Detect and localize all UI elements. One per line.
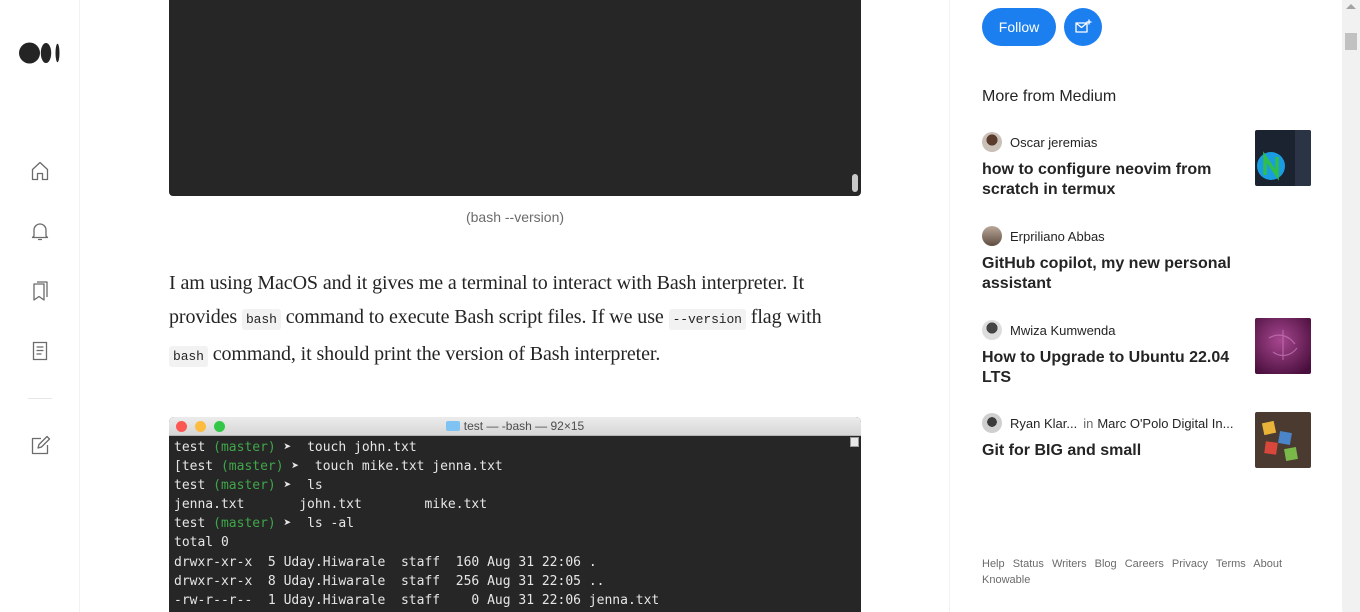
terminal-screenshot: test — -bash — 92×15 test (master) ➤ tou…	[169, 417, 861, 612]
footer-link-privacy[interactable]: Privacy	[1172, 558, 1208, 570]
prompt-dir: test	[174, 516, 206, 532]
terminal-line: drwxr-xr-x 5 Uday.Hiwarale staff 160 Aug…	[174, 553, 856, 572]
story-thumbnail[interactable]	[1255, 130, 1311, 186]
terminal-line-text: -rw-r--r-- 1 Uday.Hiwarale staff 0 Aug 3…	[174, 592, 660, 608]
terminal-line: jenna.txt john.txt mike.txt	[174, 495, 856, 514]
terminal-scroll-icon	[850, 437, 859, 447]
footer-link-writers[interactable]: Writers	[1052, 558, 1087, 570]
bookmarks-icon[interactable]	[28, 279, 52, 303]
paragraph-text: command to execute Bash script files. If…	[280, 306, 669, 328]
footer-link-terms[interactable]: Terms	[1216, 558, 1246, 570]
terminal-title-text: test — -bash — 92×15	[463, 419, 585, 433]
more-from-medium-heading: More from Medium	[982, 88, 1117, 105]
page-scrollbar[interactable]	[1342, 0, 1360, 612]
terminal-line: [test (master) ➤ touch mike.txt jenna.tx…	[174, 457, 856, 476]
scrollbar-thumb[interactable]	[1345, 33, 1357, 50]
rail-divider	[28, 398, 52, 399]
prompt-command: ➤ ls	[283, 478, 323, 494]
subscribe-button[interactable]	[1064, 8, 1102, 46]
prompt-dir: test	[174, 440, 206, 455]
terminal-line-text: total 0	[174, 535, 229, 551]
prompt-dir: test	[174, 478, 206, 494]
paragraph-text: flag with	[745, 306, 822, 328]
prompt-command: ➤ touch john.txt	[283, 440, 417, 455]
terminal-line-text: drwxr-xr-x 8 Uday.Hiwarale staff 256 Aug…	[174, 573, 605, 589]
write-icon[interactable]	[28, 434, 52, 458]
story-title[interactable]: how to configure neovim from scratch in …	[982, 160, 1232, 200]
terminal-output: test (master) ➤ touch john.txt [test (mas…	[169, 436, 861, 612]
author-name: Erpriliano Abbas	[1010, 228, 1105, 244]
article-column: (bash --version) I am using MacOS and it…	[80, 0, 950, 612]
image-caption: (bash --version)	[465, 209, 565, 225]
in-label: in	[1083, 415, 1094, 431]
author-name: Mwiza Kumwenda	[1010, 322, 1116, 338]
sidebar-footer: Help Status Writers Blog Careers Privacy…	[982, 556, 1292, 588]
story-title[interactable]: Git for BIG and small	[982, 441, 1232, 461]
story-thumbnail[interactable]	[1255, 318, 1311, 374]
right-sidebar: Follow More from Medium Oscar jeremias h…	[950, 0, 1342, 612]
prompt-dir: [test	[174, 459, 214, 475]
publication-name[interactable]: Marc O'Polo Digital In...	[1097, 416, 1233, 431]
paragraph-text: command, it should print the version of …	[207, 343, 661, 365]
avatar	[982, 132, 1002, 152]
bell-icon[interactable]	[28, 219, 52, 243]
terminal-line: total 0	[174, 533, 856, 552]
screenshot-scrollbar	[852, 174, 858, 192]
stories-icon[interactable]	[28, 339, 52, 363]
medium-logo[interactable]	[19, 42, 61, 64]
terminal-line: test (master) ➤ ls -al	[174, 514, 856, 533]
prompt-branch: (master)	[220, 459, 284, 475]
terminal-line: test (master) ➤ touch john.txt	[174, 438, 856, 457]
terminal-line: test (master) ➤ ls	[174, 476, 856, 495]
avatar	[982, 413, 1002, 433]
terminal-title: test — -bash — 92×15	[169, 419, 861, 433]
prompt-command: ➤ touch mike.txt jenna.txt	[291, 459, 503, 475]
prompt-branch: (master)	[213, 516, 276, 532]
folder-icon	[445, 421, 460, 431]
footer-link-help[interactable]: Help	[982, 558, 1005, 570]
terminal-line-text: jenna.txt john.txt mike.txt	[174, 497, 488, 513]
terminal-line: drwxr-xr-x 8 Uday.Hiwarale staff 256 Aug…	[174, 572, 856, 591]
code-screenshot	[169, 0, 861, 196]
prompt-branch: (master)	[213, 440, 276, 455]
follow-button[interactable]: Follow	[982, 8, 1056, 46]
recommended-story[interactable]: Erpriliano Abbas GitHub copilot, my new …	[982, 226, 1312, 294]
terminal-titlebar: test — -bash — 92×15	[169, 417, 861, 436]
home-icon[interactable]	[28, 159, 52, 183]
story-author[interactable]: Erpriliano Abbas	[982, 226, 1312, 246]
footer-link-knowable[interactable]: Knowable	[982, 574, 1030, 586]
avatar	[982, 226, 1002, 246]
inline-code: bash	[169, 346, 208, 367]
footer-link-careers[interactable]: Careers	[1125, 558, 1164, 570]
footer-link-status[interactable]: Status	[1013, 558, 1044, 570]
page: (bash --version) I am using MacOS and it…	[0, 0, 1360, 612]
scroll-up-icon[interactable]	[1346, 4, 1356, 9]
story-thumbnail[interactable]	[1255, 412, 1311, 468]
author-name: Oscar jeremias	[1010, 134, 1098, 150]
prompt-branch: (master)	[213, 478, 276, 494]
inline-code: bash	[241, 309, 281, 330]
mail-plus-icon	[1075, 19, 1092, 33]
story-title[interactable]: GitHub copilot, my new personal assistan…	[982, 254, 1232, 294]
story-title[interactable]: How to Upgrade to Ubuntu 22.04 LTS	[982, 348, 1232, 388]
author-name: Ryan Klar...	[1010, 415, 1078, 431]
article-paragraph: I am using MacOS and it gives me a termi…	[169, 266, 861, 374]
footer-link-about[interactable]: About	[1253, 558, 1282, 570]
inline-code: --version	[668, 309, 746, 330]
prompt-command: ➤ ls -al	[283, 516, 355, 532]
terminal-line-text: drwxr-xr-x 5 Uday.Hiwarale staff 160 Aug…	[174, 554, 597, 570]
avatar	[982, 320, 1002, 340]
terminal-line: -rw-r--r-- 1 Uday.Hiwarale staff 0 Aug 3…	[174, 591, 856, 610]
footer-link-blog[interactable]: Blog	[1095, 558, 1117, 570]
left-rail	[0, 0, 80, 612]
